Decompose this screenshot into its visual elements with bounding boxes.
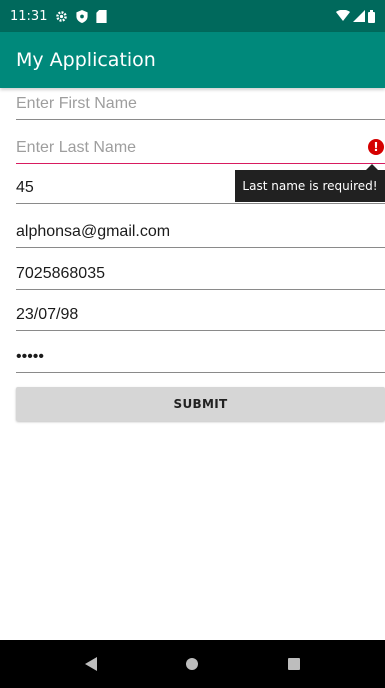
shield-icon	[76, 9, 89, 23]
submit-button[interactable]: SUBMIT	[16, 387, 385, 421]
age-field[interactable]: 45	[16, 172, 385, 204]
wifi-icon	[336, 10, 350, 22]
status-time: 11:31	[10, 8, 48, 24]
password-field[interactable]: •••••	[16, 341, 385, 373]
dob-field[interactable]: 23/07/98	[16, 299, 385, 331]
phone-field[interactable]: 7025868035	[16, 258, 385, 290]
app-bar: My Application	[0, 32, 385, 88]
last-name-field[interactable]: Enter Last Name !	[16, 132, 385, 164]
error-icon: !	[368, 138, 384, 155]
back-icon[interactable]	[81, 654, 101, 674]
home-icon[interactable]	[182, 654, 202, 674]
status-bar: 11:31	[0, 0, 385, 32]
battery-icon	[368, 9, 375, 23]
status-left: 11:31	[10, 8, 108, 24]
gear-icon	[55, 10, 68, 23]
sd-card-icon	[96, 9, 108, 23]
app-title: My Application	[16, 49, 156, 71]
navigation-bar	[0, 640, 385, 688]
recents-icon[interactable]	[284, 654, 304, 674]
first-name-field[interactable]: Enter First Name	[16, 88, 385, 120]
status-right	[336, 9, 375, 23]
signal-icon	[353, 10, 365, 22]
last-name-placeholder: Enter Last Name	[16, 138, 137, 156]
email-field[interactable]: alphonsa@gmail.com	[16, 216, 385, 248]
